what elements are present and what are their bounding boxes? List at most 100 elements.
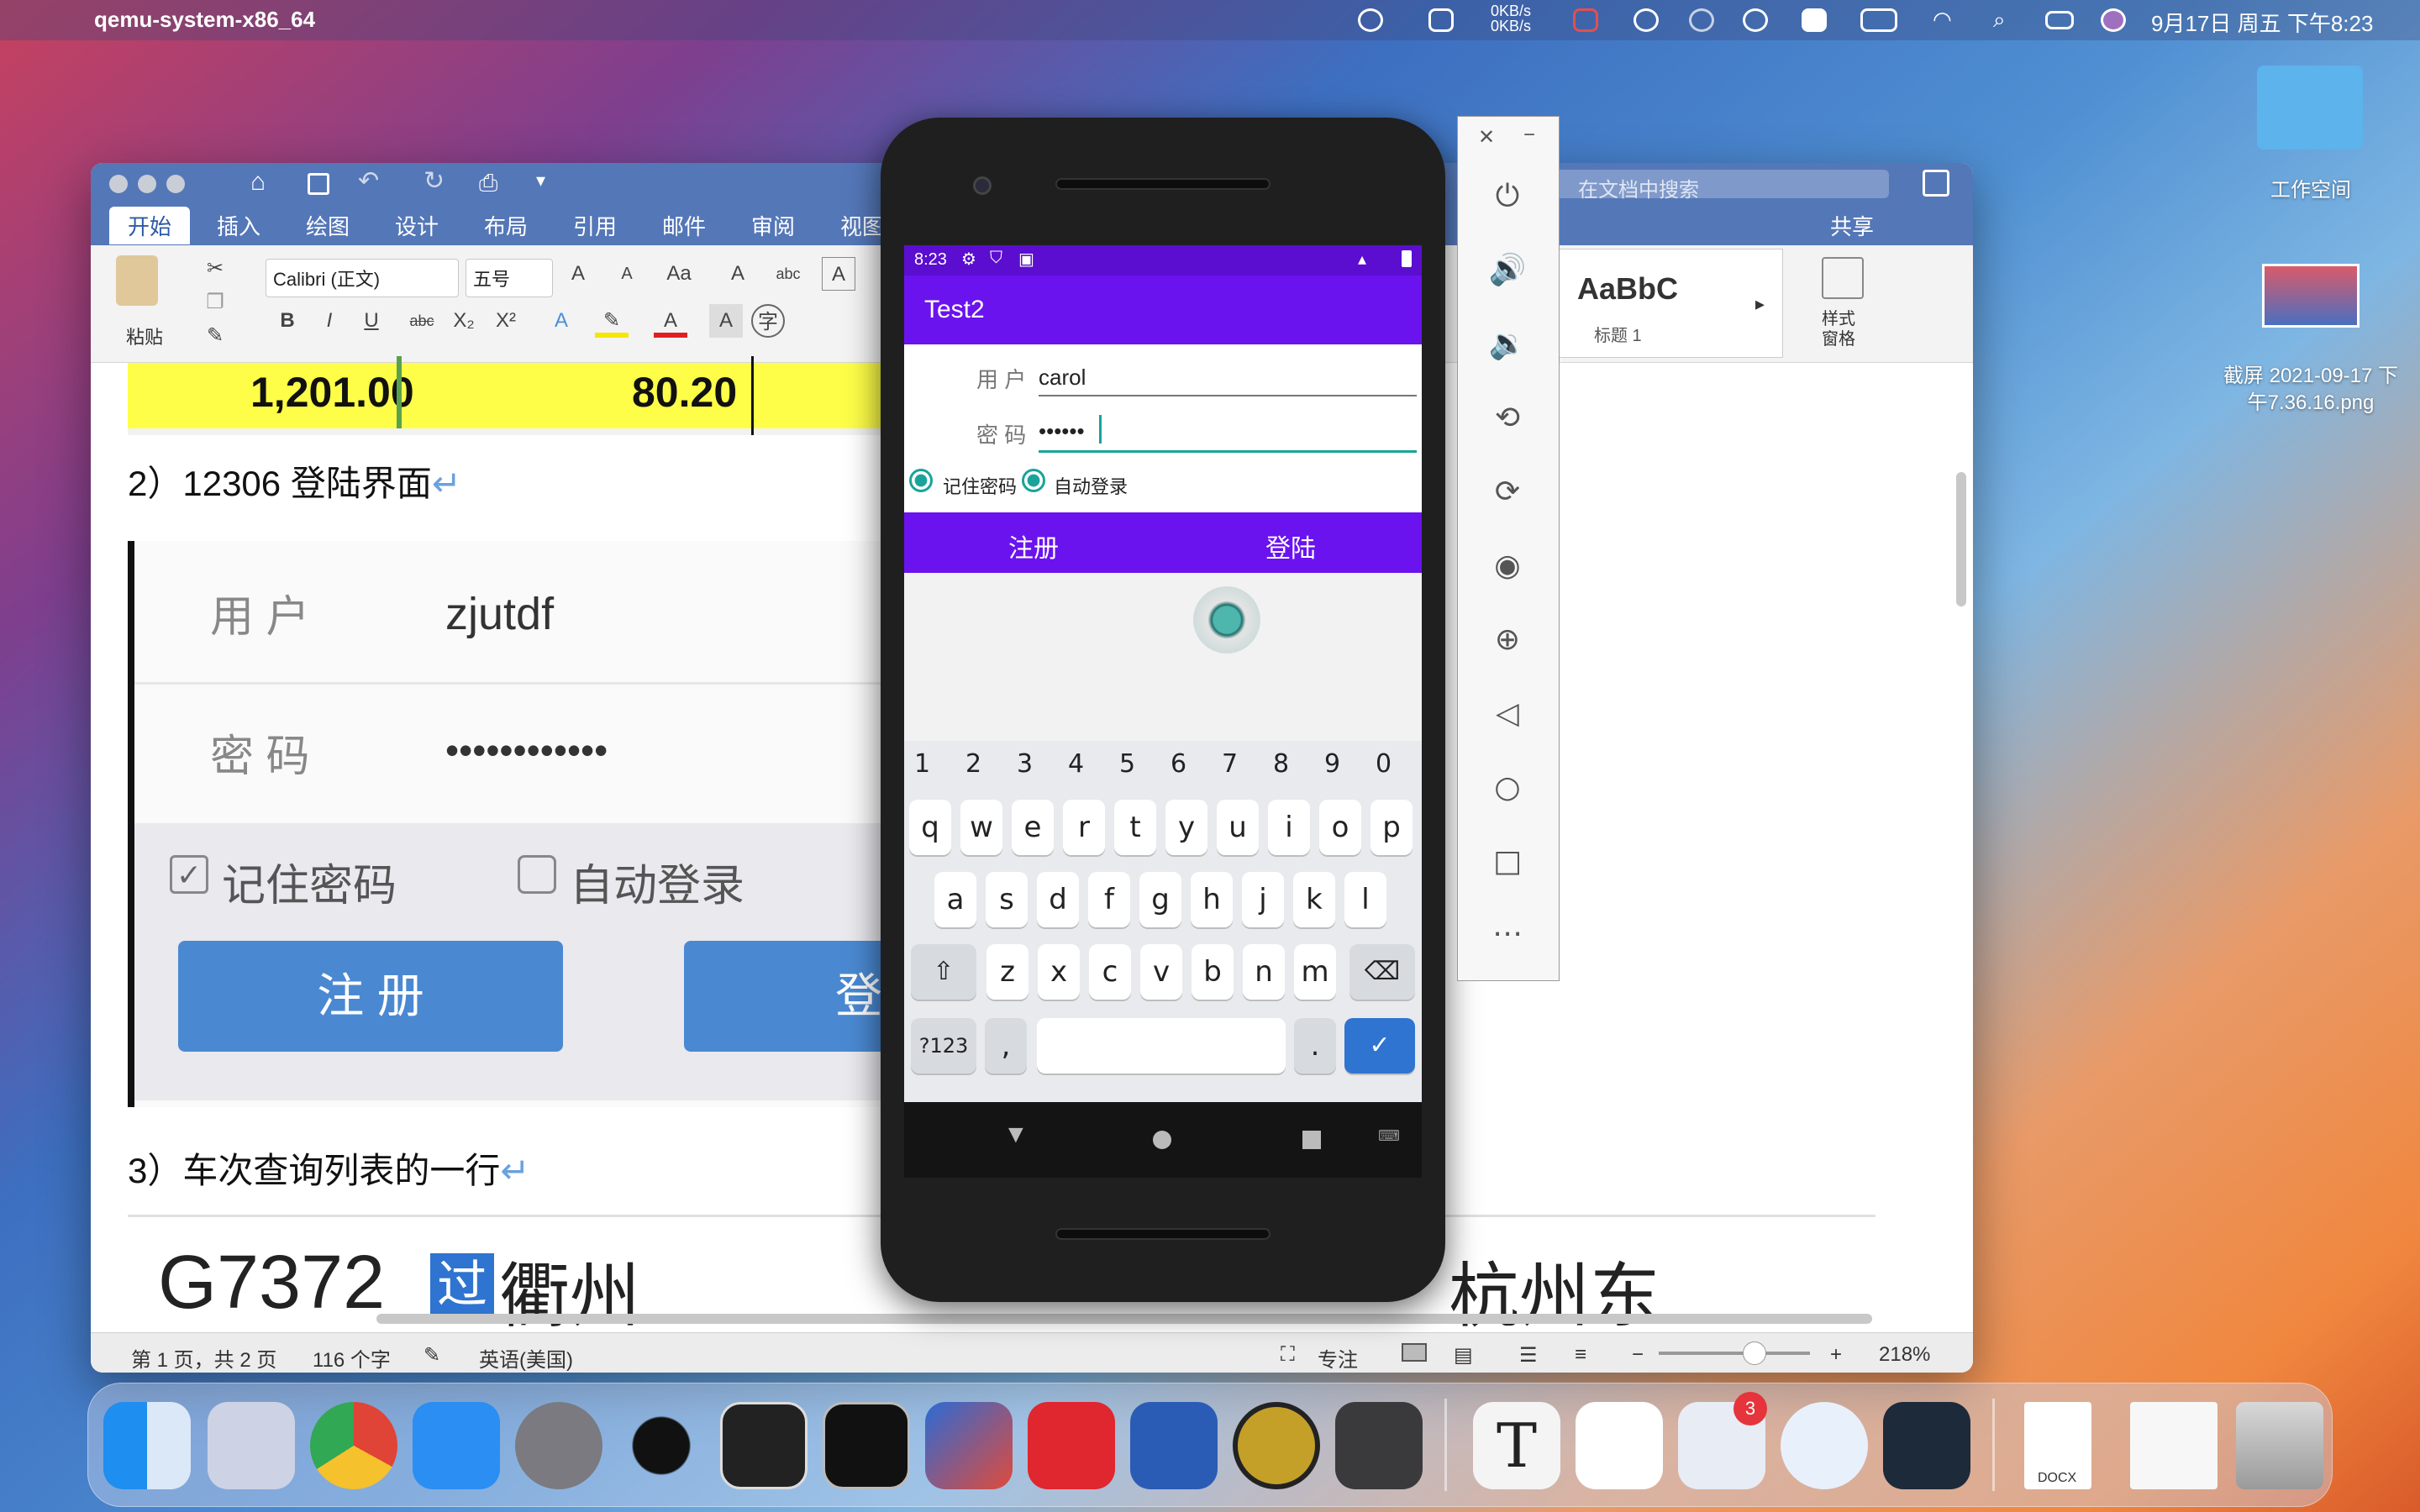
space-key[interactable] (1037, 1018, 1286, 1074)
key-k[interactable]: k (1293, 872, 1335, 927)
key-7[interactable]: 7 (1222, 749, 1238, 779)
key-4[interactable]: 4 (1068, 749, 1084, 779)
print-icon[interactable]: ⎙ (479, 170, 497, 197)
proofing-icon[interactable]: ✎ (424, 1343, 440, 1368)
volume-up-icon[interactable]: 🔊 (1488, 251, 1527, 290)
username-input[interactable]: carol (1039, 365, 1086, 391)
clear-format-icon[interactable]: A (721, 257, 755, 291)
close-window-button[interactable] (109, 175, 128, 193)
key-5[interactable]: 5 (1119, 749, 1135, 779)
launchpad-icon[interactable] (208, 1402, 295, 1489)
volume-down-icon[interactable]: 🔉 (1488, 325, 1527, 364)
close-emulator-icon[interactable]: ✕ (1478, 125, 1495, 150)
camera-icon[interactable]: ◉ (1488, 547, 1527, 585)
key-j[interactable]: j (1242, 872, 1284, 927)
underline-icon[interactable]: U (355, 304, 388, 338)
tab-draw[interactable]: 绘图 (306, 210, 350, 241)
print-layout-icon[interactable] (1402, 1343, 1427, 1362)
account-icon[interactable] (1923, 170, 1949, 197)
folder-label[interactable]: 工作空间 (2218, 173, 2403, 202)
char-shading-icon[interactable]: A (709, 304, 743, 338)
nav-recents-icon[interactable] (1302, 1131, 1321, 1149)
font-color-icon[interactable]: A (654, 304, 687, 338)
zoom-slider-track[interactable] (1659, 1352, 1810, 1355)
folder-icon[interactable] (2257, 66, 2363, 150)
table-cell-amount[interactable]: 1,201.00 (250, 368, 414, 417)
active-app-name[interactable]: qemu-system-x86_64 (94, 7, 315, 33)
nav-home-icon[interactable] (1153, 1131, 1171, 1149)
italic-icon[interactable]: I (313, 304, 346, 338)
screenshot-file-label[interactable]: 截屏 2021-09-17 下 午7.36.16.png (2202, 363, 2420, 417)
symbols-key[interactable]: ?123 (911, 1018, 976, 1074)
auto-login-radio-icon[interactable] (1022, 469, 1045, 492)
comma-key[interactable]: , (985, 1018, 1027, 1074)
screen-record-icon[interactable] (1573, 8, 1598, 32)
cut-icon[interactable]: ✂ (198, 252, 232, 286)
word-count[interactable]: 116 个字 (313, 1343, 391, 1373)
grow-font-icon[interactable]: A (561, 257, 595, 291)
sync-icon[interactable] (1689, 8, 1714, 32)
auto-login-label[interactable]: 自动登录 (1054, 472, 1128, 499)
subscript-icon[interactable]: X₂ (447, 304, 481, 338)
control-center-icon[interactable] (2045, 11, 2074, 29)
downloads-stack-icon[interactable] (2130, 1402, 2217, 1489)
enclose-char-icon[interactable]: 字 (751, 304, 785, 338)
zoom-in-icon[interactable]: + (1830, 1343, 1842, 1367)
key-b[interactable]: b (1192, 944, 1234, 1000)
zoom-level[interactable]: 218% (1879, 1343, 1930, 1367)
rotate-right-icon[interactable]: ⟳ (1488, 473, 1527, 512)
superscript-icon[interactable]: X² (489, 304, 523, 338)
nav-back-icon[interactable]: ▼ (1003, 1121, 1028, 1149)
key-9[interactable]: 9 (1324, 749, 1340, 779)
key-t[interactable]: t (1114, 800, 1156, 855)
key-e[interactable]: e (1012, 800, 1054, 855)
char-border-icon[interactable]: A (822, 257, 855, 291)
phonetic-guide-icon[interactable]: abc (771, 257, 805, 291)
key-0[interactable]: 0 (1376, 749, 1392, 779)
text-effects-icon[interactable]: A (544, 304, 578, 338)
key-6[interactable]: 6 (1171, 749, 1186, 779)
key-3[interactable]: 3 (1017, 749, 1033, 779)
cat-icon[interactable] (1428, 8, 1454, 32)
input-method-icon[interactable] (1802, 8, 1827, 32)
focus-mode[interactable]: 专注 (1318, 1343, 1358, 1373)
font-family-select[interactable]: Calibri (正文) (266, 259, 459, 297)
spotlight-search-icon[interactable]: ⌕ (1993, 7, 2006, 34)
minimize-emulator-icon[interactable]: − (1523, 123, 1535, 147)
trash-icon[interactable] (2236, 1402, 2323, 1489)
baidu-netdisk-icon[interactable] (1358, 8, 1383, 32)
key-l[interactable]: l (1344, 872, 1386, 927)
format-painter-icon[interactable]: ✎ (198, 319, 232, 353)
remember-radio-icon[interactable] (909, 469, 933, 492)
zoom-window-button[interactable] (166, 175, 185, 193)
key-q[interactable]: q (909, 800, 951, 855)
tab-home[interactable]: 开始 (109, 207, 191, 244)
search-input[interactable]: 在文档中搜索 (1578, 173, 1699, 202)
finder-icon[interactable] (103, 1402, 191, 1489)
key-r[interactable]: r (1063, 800, 1105, 855)
key-y[interactable]: y (1165, 800, 1207, 855)
key-2[interactable]: 2 (965, 749, 981, 779)
customize-toolbar-icon[interactable]: ▾ (536, 170, 545, 192)
system-preferences-icon[interactable] (515, 1402, 602, 1489)
bold-icon[interactable]: B (271, 304, 304, 338)
language[interactable]: 英语(美国) (479, 1343, 573, 1373)
key-a[interactable]: a (934, 872, 976, 927)
table-row-highlighted[interactable]: 1,201.00 80.20 (128, 356, 901, 435)
zoom-out-icon[interactable]: − (1632, 1343, 1644, 1367)
remember-password-label[interactable]: 记住密码 (943, 472, 1017, 499)
word-icon[interactable] (1130, 1402, 1218, 1489)
ultraedit-icon[interactable] (1233, 1402, 1320, 1489)
table-cell-tax[interactable]: 80.20 (632, 368, 737, 417)
more-options-icon[interactable]: ⋯ (1488, 915, 1527, 953)
styles-pane-button[interactable]: 样式 窗格 (1822, 309, 1855, 349)
back-icon[interactable]: ◁ (1488, 695, 1527, 733)
key-s[interactable]: s (986, 872, 1028, 927)
compass-icon[interactable] (1634, 8, 1659, 32)
key-8[interactable]: 8 (1273, 749, 1289, 779)
enter-key-check-icon[interactable]: ✓ (1344, 1018, 1415, 1074)
key-x[interactable]: x (1038, 944, 1080, 1000)
typora-icon[interactable]: T (1473, 1402, 1560, 1489)
register-button[interactable]: 注册 (1008, 528, 1059, 564)
vertical-scrollbar[interactable] (1956, 472, 1966, 606)
